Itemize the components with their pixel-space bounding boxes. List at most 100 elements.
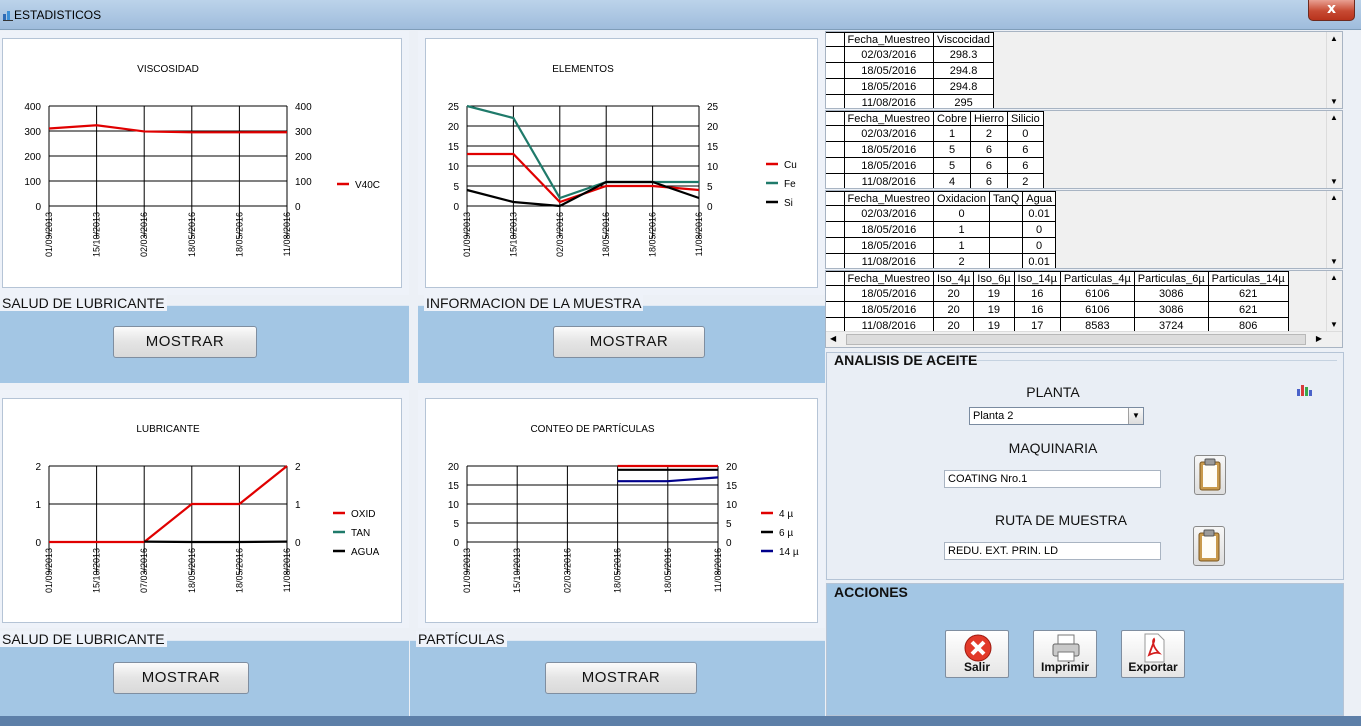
close-window-button[interactable]: x xyxy=(1308,0,1355,21)
grid-cell[interactable]: 1 xyxy=(933,237,990,254)
grid-cell[interactable]: 18/05/2016 xyxy=(843,141,935,158)
grid-cell[interactable]: 16 xyxy=(1013,285,1061,302)
grid-column-header[interactable]: Fecha_Muestreo xyxy=(843,111,935,126)
grid-cell[interactable]: 2 xyxy=(933,253,990,268)
particulas-grid-scrollbar[interactable]: ▲ ▼ xyxy=(1326,271,1342,331)
grid-cell[interactable]: 5 xyxy=(933,141,972,158)
grid-cell[interactable]: 295 xyxy=(933,94,995,108)
table-row[interactable]: 18/05/2016 1 0 xyxy=(826,221,1056,238)
table-row[interactable]: 18/05/2016 1 0 xyxy=(826,237,1056,254)
grid-cell[interactable]: 19 xyxy=(973,301,1015,318)
grid-cell[interactable]: 6106 xyxy=(1059,285,1135,302)
grid-cell[interactable]: 3086 xyxy=(1133,285,1209,302)
grid-cell[interactable]: 294.8 xyxy=(933,78,995,95)
grid-column-header[interactable]: Particulas_6µ xyxy=(1133,271,1209,286)
grid-column-header[interactable]: Fecha_Muestreo xyxy=(843,32,935,47)
grid-cell[interactable]: 20 xyxy=(933,285,975,302)
grid-column-header[interactable]: Oxidacion xyxy=(933,191,990,206)
table-row[interactable]: 02/03/2016 0 0.01 xyxy=(826,205,1056,222)
row-header-cell[interactable] xyxy=(826,125,845,142)
grid-cell[interactable] xyxy=(988,253,1024,268)
grid-cell[interactable]: 20 xyxy=(933,301,975,318)
grid-cell[interactable]: 2 xyxy=(1006,173,1044,188)
grid-cell[interactable]: 19 xyxy=(973,285,1015,302)
imprimir-button[interactable]: Imprimir xyxy=(1033,630,1097,678)
grid-cell[interactable]: 4 xyxy=(933,173,972,188)
grid-cell[interactable]: 18/05/2016 xyxy=(843,78,935,95)
row-header-cell[interactable] xyxy=(826,94,845,108)
table-row[interactable]: 18/05/2016 294.8 xyxy=(826,62,995,79)
info-mostrar-button[interactable]: MOSTRAR xyxy=(553,326,705,358)
grid-column-header[interactable]: Particulas_4µ xyxy=(1059,271,1135,286)
grid-cell[interactable]: 621 xyxy=(1207,285,1289,302)
viscosidad-grid-scrollbar[interactable]: ▲ ▼ xyxy=(1326,32,1342,108)
ruta-muestra-field[interactable]: REDU. EXT. PRIN. LD xyxy=(944,542,1161,560)
maquinaria-field[interactable]: COATING Nro.1 xyxy=(944,470,1161,488)
row-header-cell[interactable] xyxy=(826,78,845,95)
row-header-cell[interactable] xyxy=(826,221,845,238)
table-row[interactable]: 18/05/2016 294.8 xyxy=(826,78,995,95)
grid-cell[interactable]: 18/05/2016 xyxy=(843,157,935,174)
viscosidad-grid[interactable]: Fecha_Muestreo Viscocidad 02/03/2016 298.3 1… xyxy=(825,31,1343,109)
grid-cell[interactable]: 11/08/2016 xyxy=(843,173,935,188)
table-row[interactable]: 18/05/2016 20 19 16 6106 3086 621 xyxy=(826,285,1289,302)
grid-column-header[interactable]: Fecha_Muestreo xyxy=(843,191,935,206)
grid-cell[interactable]: 1 xyxy=(933,221,990,238)
maquinaria-clipboard-button[interactable] xyxy=(1194,455,1226,495)
row-header-cell[interactable] xyxy=(826,237,845,254)
grid-cell[interactable] xyxy=(988,205,1024,222)
grid-cell[interactable]: 6106 xyxy=(1059,301,1135,318)
particulas-grid[interactable]: Fecha_Muestreo Iso_4µ Iso_6µ Iso_14µ Particu… xyxy=(825,270,1343,348)
row-header-cell[interactable] xyxy=(826,301,845,318)
grid-cell[interactable]: 16 xyxy=(1013,301,1061,318)
salud-mostrar-button-bottom[interactable]: MOSTRAR xyxy=(113,662,249,694)
grid-cell[interactable]: 0.01 xyxy=(1022,205,1056,222)
exportar-button[interactable]: Exportar xyxy=(1121,630,1185,678)
table-row[interactable]: 11/08/2016 2 0.01 xyxy=(826,253,1056,268)
table-row[interactable]: 02/03/2016 298.3 xyxy=(826,46,995,63)
grid-cell[interactable]: 11/08/2016 xyxy=(843,253,935,268)
lubricante-grid-scrollbar[interactable]: ▲ ▼ xyxy=(1326,191,1342,268)
row-header-cell[interactable] xyxy=(826,157,845,174)
grid-cell[interactable]: 294.8 xyxy=(933,62,995,79)
grid-cell[interactable]: 02/03/2016 xyxy=(843,125,935,142)
table-row[interactable]: 11/08/2016 4 6 2 xyxy=(826,173,1044,188)
grid-cell[interactable]: 0.01 xyxy=(1022,253,1056,268)
row-header-cell[interactable] xyxy=(826,285,845,302)
salir-button[interactable]: Salir xyxy=(945,630,1009,678)
grid-column-header[interactable]: Viscocidad xyxy=(933,32,995,47)
grid-cell[interactable]: 18/05/2016 xyxy=(843,237,935,254)
grid-cell[interactable]: 0 xyxy=(1006,125,1044,142)
elementos-grid[interactable]: Fecha_Muestreo Cobre Hierro Silicio 02/03/20… xyxy=(825,110,1343,189)
grid-cell[interactable]: 6 xyxy=(1006,141,1044,158)
lubricante-grid[interactable]: Fecha_Muestreo Oxidacion TanQ Agua 02/03/201… xyxy=(825,190,1343,269)
row-header-cell[interactable] xyxy=(826,205,845,222)
grid-cell[interactable] xyxy=(988,237,1024,254)
salud-mostrar-button-top[interactable]: MOSTRAR xyxy=(113,326,257,358)
table-row[interactable]: 18/05/2016 5 6 6 xyxy=(826,141,1044,158)
grid-cell[interactable] xyxy=(988,221,1024,238)
grid-cell[interactable]: 18/05/2016 xyxy=(843,301,935,318)
grid-column-header[interactable]: Cobre xyxy=(933,111,972,126)
grid-column-header[interactable]: Iso_6µ xyxy=(973,271,1015,286)
table-row[interactable]: 11/08/2016 295 xyxy=(826,94,995,108)
grid-cell[interactable]: 18/05/2016 xyxy=(843,221,935,238)
grid-cell[interactable]: 3086 xyxy=(1133,301,1209,318)
grid-cell[interactable]: 0 xyxy=(1022,237,1056,254)
chevron-down-icon[interactable]: ▼ xyxy=(1128,408,1143,424)
table-row[interactable]: 02/03/2016 1 2 0 xyxy=(826,125,1044,142)
grid-cell[interactable]: 02/03/2016 xyxy=(843,205,935,222)
grid-column-header[interactable]: TanQ xyxy=(988,191,1024,206)
grid-cell[interactable]: 18/05/2016 xyxy=(843,285,935,302)
grid-column-header[interactable]: Iso_4µ xyxy=(933,271,975,286)
grid-column-header[interactable]: Silicio xyxy=(1006,111,1044,126)
grid-column-header[interactable]: Agua xyxy=(1022,191,1056,206)
particulas-grid-hscrollbar[interactable]: ◀ ▶ xyxy=(826,331,1342,347)
elementos-grid-scrollbar[interactable]: ▲ ▼ xyxy=(1326,111,1342,188)
grid-cell[interactable]: 621 xyxy=(1207,301,1289,318)
table-row[interactable]: 18/05/2016 20 19 16 6106 3086 621 xyxy=(826,301,1289,318)
row-header-cell[interactable] xyxy=(826,173,845,188)
grid-cell[interactable]: 11/08/2016 xyxy=(843,94,935,108)
row-header-cell[interactable] xyxy=(826,253,845,268)
ruta-clipboard-button[interactable] xyxy=(1193,526,1225,566)
